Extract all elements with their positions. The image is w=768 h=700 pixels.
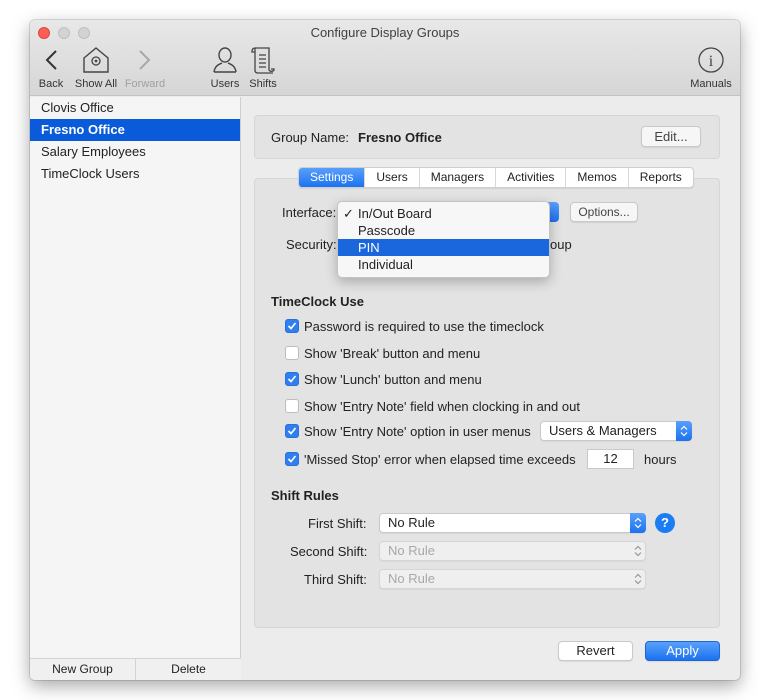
checkbox-unchecked-icon [285,399,299,413]
user-icon [208,44,242,76]
new-group-button[interactable]: New Group [30,659,135,680]
entry-note-audience-select[interactable]: Users & Managers [540,421,692,441]
checkmark-icon: ✓ [343,206,354,221]
users-button[interactable]: Users [208,44,242,90]
menu-item-individual[interactable]: Individual [338,256,549,273]
checkbox-unchecked-icon [285,346,299,360]
sidebar-item-salary-employees[interactable]: Salary Employees [30,141,240,163]
password-required-checkbox[interactable]: Password is required to use the timecloc… [285,317,544,335]
menu-item-in-out-board[interactable]: ✓ In/Out Board [338,205,549,222]
entry-note-field-checkbox[interactable]: Show 'Entry Note' field when clocking in… [285,397,580,415]
sidebar-item-timeclock-users[interactable]: TimeClock Users [30,163,240,185]
tab-memos[interactable]: Memos [565,168,627,187]
shifts-button[interactable]: Shifts [246,44,280,90]
sidebar-footer: New Group Delete [30,658,241,680]
entry-note-option-checkbox[interactable]: Show 'Entry Note' option in user menus [285,422,531,440]
shifts-label: Shifts [249,78,277,90]
shift-rules-heading: Shift Rules [271,488,339,503]
menu-item-label: Individual [358,257,413,272]
menu-item-label: PIN [358,240,380,255]
first-shift-label: First Shift: [308,516,367,531]
group-name-label: Group Name: [271,130,350,145]
second-shift-select[interactable]: No Rule [379,541,646,561]
entry-note-option-label: Show 'Entry Note' option in user menus [304,423,531,439]
third-shift-label: Third Shift: [304,572,367,587]
entry-note-audience-value: Users & Managers [549,423,657,438]
titlebar: Configure Display Groups Back Show All F… [30,20,740,96]
group-name-box: Group Name: Fresno Office Edit... [254,115,720,159]
updown-arrows-icon [676,421,692,441]
back-label: Back [38,78,64,90]
checkbox-checked-icon [285,372,299,386]
menu-item-passcode[interactable]: Passcode [338,222,549,239]
group-name-value: Fresno Office [358,130,442,145]
show-all-button[interactable]: Show All [72,44,120,90]
missed-stop-checkbox[interactable]: 'Missed Stop' error when elapsed time ex… [285,450,576,468]
password-required-label: Password is required to use the timecloc… [304,318,544,334]
tab-managers[interactable]: Managers [418,168,495,187]
checkbox-checked-icon [285,452,299,466]
manuals-button[interactable]: i Manuals [688,44,734,90]
group-list-sidebar: Clovis Office Fresno Office Salary Emplo… [30,97,241,680]
chevron-left-icon [36,44,66,76]
updown-arrows-icon [630,569,646,589]
manuals-label: Manuals [690,78,732,90]
configure-display-groups-window: Configure Display Groups Back Show All F… [30,20,740,680]
show-all-label: Show All [74,78,118,90]
missed-stop-label: 'Missed Stop' error when elapsed time ex… [304,451,576,467]
entry-note-field-label: Show 'Entry Note' field when clocking in… [304,398,580,414]
users-label: Users [210,78,240,90]
house-gear-icon [72,44,120,76]
show-break-label: Show 'Break' button and menu [304,345,481,361]
back-button[interactable]: Back [36,44,66,90]
hours-label: hours [644,452,677,467]
first-shift-select[interactable]: No Rule [379,513,646,533]
revert-button[interactable]: Revert [558,641,633,661]
sidebar-item-fresno-office[interactable]: Fresno Office [30,119,240,141]
info-icon: i [688,44,734,76]
menu-item-pin[interactable]: PIN [338,239,549,256]
security-label: Security: [286,237,337,252]
show-break-checkbox[interactable]: Show 'Break' button and menu [285,344,480,362]
menu-item-label: In/Out Board [358,206,432,221]
tab-bar: Settings Users Managers Activities Memos… [298,167,694,188]
show-lunch-checkbox[interactable]: Show 'Lunch' button and menu [285,370,482,388]
show-lunch-label: Show 'Lunch' button and menu [304,371,482,387]
window-title: Configure Display Groups [310,25,460,40]
edit-group-button[interactable]: Edit... [641,126,701,147]
first-shift-value: No Rule [388,515,435,530]
security-value-partial: oup [550,237,572,252]
help-icon[interactable]: ? [655,513,675,533]
interface-dropdown-menu: ✓ In/Out Board Passcode PIN Individual [337,201,550,278]
updown-arrows-icon [630,513,646,533]
svg-text:i: i [709,53,714,70]
tab-users[interactable]: Users [364,168,418,187]
forward-button[interactable]: Forward [123,44,167,90]
apply-button[interactable]: Apply [645,641,720,661]
checkbox-checked-icon [285,319,299,333]
forward-label: Forward [124,78,166,90]
third-shift-select[interactable]: No Rule [379,569,646,589]
options-button[interactable]: Options... [570,202,638,222]
second-shift-label: Second Shift: [290,544,368,559]
sidebar-item-clovis-office[interactable]: Clovis Office [30,97,240,119]
menu-item-label: Passcode [358,223,416,238]
second-shift-value: No Rule [388,543,435,558]
checkbox-checked-icon [285,424,299,438]
tab-settings[interactable]: Settings [299,168,365,187]
tab-activities[interactable]: Activities [495,168,565,187]
timeclock-use-heading: TimeClock Use [271,294,364,309]
chevron-right-icon [123,44,167,76]
scroll-list-icon [246,44,280,76]
tab-reports[interactable]: Reports [627,168,693,187]
delete-group-button[interactable]: Delete [135,659,241,680]
third-shift-value: No Rule [388,571,435,586]
missed-stop-hours-input[interactable]: 12 [587,449,634,469]
interface-label: Interface: [282,205,337,220]
updown-arrows-icon [630,541,646,561]
